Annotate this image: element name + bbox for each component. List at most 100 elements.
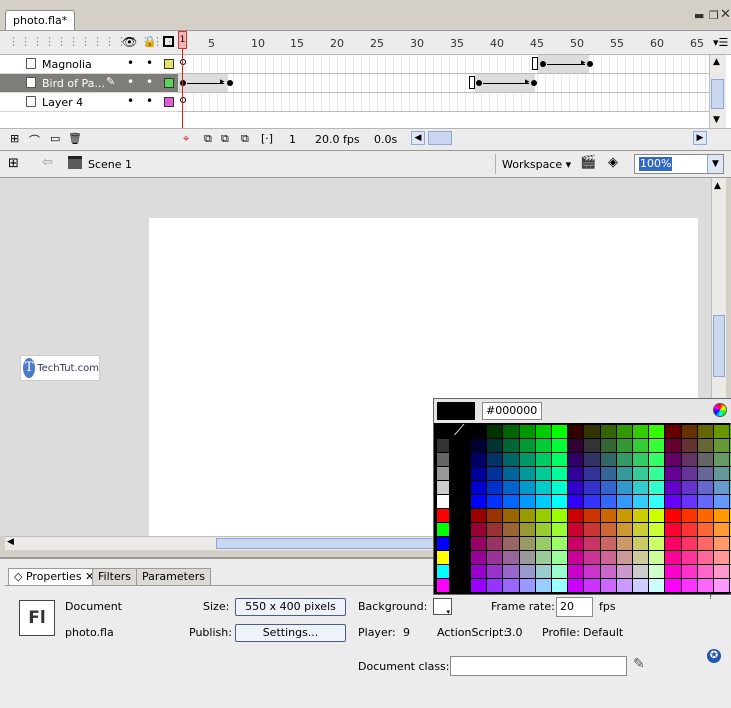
swatch[interactable] — [568, 537, 585, 551]
swatch[interactable] — [487, 481, 504, 495]
swatch[interactable] — [487, 579, 504, 593]
swatch[interactable] — [681, 509, 698, 523]
swatch[interactable] — [665, 537, 682, 551]
swatch[interactable] — [503, 551, 520, 565]
layer-row-bird-of-paradise[interactable]: Bird of Pa... ✎ • • — [0, 74, 178, 93]
swatch[interactable] — [437, 453, 450, 467]
frame-row[interactable]: ▸ — [178, 55, 709, 74]
swatch[interactable] — [487, 425, 504, 439]
keyframe[interactable] — [180, 80, 186, 86]
swatch[interactable] — [519, 579, 536, 593]
timeline-toggle-icon[interactable]: ⊞ — [8, 156, 19, 171]
swatch[interactable] — [633, 579, 650, 593]
swatch[interactable] — [714, 579, 731, 593]
swatch[interactable] — [649, 565, 666, 579]
swatch[interactable] — [535, 481, 552, 495]
swatch[interactable] — [697, 565, 714, 579]
swatch[interactable] — [568, 439, 585, 453]
swatch[interactable] — [649, 453, 666, 467]
new-layer-icon[interactable]: ⊞ — [10, 132, 19, 145]
swatch[interactable] — [503, 565, 520, 579]
workspace-menu[interactable]: Workspace ▾ — [502, 158, 571, 171]
lock-dot[interactable]: • — [146, 56, 153, 70]
swatch[interactable] — [697, 523, 714, 537]
swatch[interactable] — [471, 467, 488, 481]
swatch[interactable] — [697, 509, 714, 523]
edit-multiple-frames-icon[interactable]: ⧉ — [241, 132, 249, 146]
swatch[interactable] — [633, 467, 650, 481]
swatch[interactable] — [519, 425, 536, 439]
ruler-tick-45[interactable]: 45 — [530, 37, 544, 50]
swatch[interactable] — [503, 453, 520, 467]
ruler-tick-50[interactable]: 50 — [570, 37, 584, 50]
swatch[interactable] — [487, 439, 504, 453]
swatch[interactable] — [681, 467, 698, 481]
swatch[interactable] — [616, 565, 633, 579]
swatch[interactable] — [584, 509, 601, 523]
swatch[interactable] — [437, 523, 450, 537]
swatch[interactable] — [600, 551, 617, 565]
swatch[interactable] — [600, 565, 617, 579]
swatch[interactable] — [503, 523, 520, 537]
edit-scene-icon[interactable]: 🎬 — [580, 155, 596, 170]
frame-rate-input[interactable]: 20 — [556, 597, 593, 617]
chevron-down-icon[interactable]: ▼ — [707, 155, 723, 173]
swatch[interactable] — [519, 523, 536, 537]
swatch[interactable] — [714, 453, 731, 467]
keyframe[interactable] — [587, 61, 593, 67]
swatch[interactable] — [681, 551, 698, 565]
scroll-thumb[interactable] — [713, 315, 725, 377]
swatch[interactable] — [681, 565, 698, 579]
color-wheel-icon[interactable] — [713, 403, 727, 417]
swatch[interactable] — [487, 509, 504, 523]
layer-row-magnolia[interactable]: Magnolia • • — [0, 55, 178, 74]
swatch[interactable] — [471, 551, 488, 565]
swatch[interactable] — [503, 467, 520, 481]
swatch[interactable] — [471, 565, 488, 579]
visibility-dot[interactable]: • — [127, 56, 134, 70]
document-class-input[interactable] — [450, 656, 627, 676]
swatch[interactable] — [633, 523, 650, 537]
swatch[interactable] — [681, 481, 698, 495]
swatch[interactable] — [665, 579, 682, 593]
back-arrow-icon[interactable]: ⇦ — [42, 155, 53, 170]
close-icon[interactable]: ✕ — [720, 7, 731, 22]
swatch[interactable] — [519, 565, 536, 579]
swatch[interactable] — [471, 481, 488, 495]
layer-color-swatch[interactable] — [164, 59, 174, 69]
swatch[interactable] — [616, 551, 633, 565]
document-tab[interactable]: photo.fla* — [5, 10, 76, 30]
swatch[interactable] — [697, 551, 714, 565]
settings-button[interactable]: Settings... — [235, 624, 346, 642]
swatch[interactable] — [714, 537, 731, 551]
visibility-dot[interactable]: • — [127, 75, 134, 89]
swatch[interactable] — [437, 579, 450, 593]
swatch[interactable] — [616, 523, 633, 537]
swatch[interactable] — [503, 425, 520, 439]
swatch[interactable] — [568, 565, 585, 579]
swatch[interactable] — [437, 509, 450, 523]
swatch[interactable] — [584, 495, 601, 509]
swatch[interactable] — [535, 439, 552, 453]
swatch[interactable] — [616, 509, 633, 523]
swatch-grid[interactable] — [435, 425, 731, 595]
swatch[interactable] — [681, 425, 698, 439]
swatch[interactable] — [697, 579, 714, 593]
onion-outlines-icon[interactable]: ⧉ — [221, 132, 229, 146]
lock-dot[interactable]: • — [146, 75, 153, 89]
swatch[interactable] — [633, 425, 650, 439]
swatch[interactable] — [487, 551, 504, 565]
swatch[interactable] — [600, 467, 617, 481]
swatch[interactable] — [714, 495, 731, 509]
swatch[interactable] — [616, 537, 633, 551]
swatch[interactable] — [633, 509, 650, 523]
eye-icon[interactable]: 👁 — [122, 35, 137, 49]
swatch[interactable] — [437, 481, 450, 495]
keyframe[interactable] — [531, 80, 537, 86]
swatch[interactable] — [649, 467, 666, 481]
swatch[interactable] — [437, 551, 450, 565]
layer-name[interactable]: Layer 4 — [42, 96, 83, 109]
swatch[interactable] — [665, 509, 682, 523]
swatch[interactable] — [552, 453, 569, 467]
swatch[interactable] — [584, 425, 601, 439]
